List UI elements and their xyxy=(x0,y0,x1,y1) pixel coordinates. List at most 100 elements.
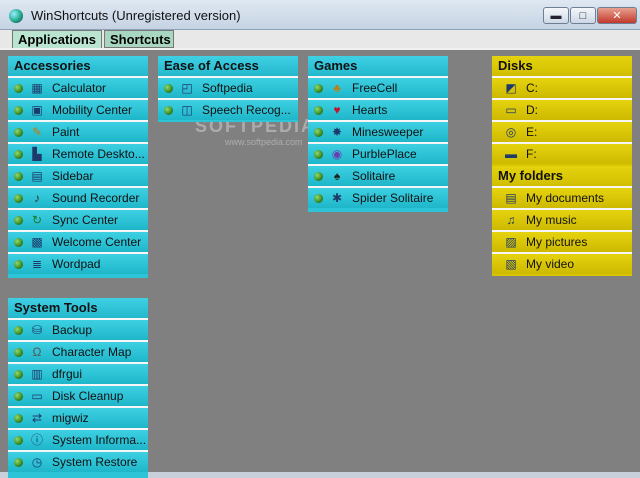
list-item[interactable]: ♠ Solitaire xyxy=(308,164,448,186)
status-dot-icon xyxy=(314,128,323,137)
status-dot-icon xyxy=(14,326,23,335)
list-item[interactable]: ♪ Sound Recorder xyxy=(8,186,148,208)
item-label: migwiz xyxy=(52,411,89,425)
list-item[interactable]: ⓘ System Informa... xyxy=(8,428,148,450)
list-item[interactable]: ▬ F: xyxy=(492,142,632,164)
panel-my-folders: My folders ▤ My documents ♫ My music ▨ My pic… xyxy=(492,166,632,276)
status-dot-icon xyxy=(14,260,23,269)
list-item[interactable]: ⛁ Backup xyxy=(8,318,148,340)
status-dot-icon xyxy=(314,194,323,203)
list-item[interactable]: ◉ PurblePlace xyxy=(308,142,448,164)
status-dot-icon xyxy=(14,414,23,423)
item-label: My documents xyxy=(526,191,605,205)
list-item[interactable]: ⇄ migwiz xyxy=(8,406,148,428)
softpedia-icon: ◰ xyxy=(181,81,193,95)
list-item[interactable]: ◷ System Restore xyxy=(8,450,148,472)
minesweeper-icon: ✸ xyxy=(331,125,343,139)
list-item[interactable]: ▙ Remote Deskto... xyxy=(8,142,148,164)
panel-title: Games xyxy=(308,56,448,76)
maximize-button[interactable]: □ xyxy=(570,7,596,24)
item-label: Hearts xyxy=(352,103,388,117)
status-dot-icon xyxy=(314,84,323,93)
item-label: E: xyxy=(526,125,538,139)
close-icon: ✕ xyxy=(612,10,622,22)
list-item[interactable]: ▥ dfrgui xyxy=(8,362,148,384)
minimize-button[interactable]: ▬ xyxy=(543,7,569,24)
list-item[interactable]: ♥ Hearts xyxy=(308,98,448,120)
item-label: System Restore xyxy=(52,455,138,469)
item-label: FreeCell xyxy=(352,81,398,95)
migration-wizard-icon: ⇄ xyxy=(31,411,43,425)
item-label: C: xyxy=(526,81,538,95)
panel-disks: Disks ◩ C: ▭ D: ◎ E: ▬ F: xyxy=(492,56,632,168)
list-item[interactable]: ▭ Disk Cleanup xyxy=(8,384,148,406)
sidebar-icon: ▤ xyxy=(31,169,43,183)
speech-recognition-icon: ◫ xyxy=(181,103,193,117)
list-item[interactable]: ♫ My music xyxy=(492,208,632,230)
list-item[interactable]: ✱ Spider Solitaire xyxy=(308,186,448,208)
title-bar: WinShortcuts (Unregistered version) ▬ □ … xyxy=(0,0,640,30)
item-label: Paint xyxy=(52,125,80,139)
status-dot-icon xyxy=(14,106,23,115)
item-label: System Informa... xyxy=(52,433,147,447)
minimize-icon: ▬ xyxy=(550,9,562,22)
pictures-folder-icon: ▨ xyxy=(505,235,517,249)
remote-desktop-icon: ▙ xyxy=(32,147,42,161)
list-item[interactable]: ≣ Wordpad xyxy=(8,252,148,274)
list-item[interactable]: ◰ Softpedia xyxy=(158,76,298,98)
documents-folder-icon: ▤ xyxy=(505,191,517,205)
panel-title: Accessories xyxy=(8,56,148,76)
solitaire-icon: ♠ xyxy=(333,169,341,183)
panel-games: Games ♣ FreeCell ♥ Hearts ✸ Minesweeper ◉ Purbl… xyxy=(308,56,448,212)
panel-accessories: Accessories ▦ Calculator ▣ Mobility Center ✎… xyxy=(8,56,148,278)
status-dot-icon xyxy=(314,150,323,159)
welcome-center-icon: ▩ xyxy=(31,235,43,249)
item-label: Sidebar xyxy=(52,169,94,183)
list-item[interactable]: Ω Character Map xyxy=(8,340,148,362)
list-item[interactable]: ▦ Calculator xyxy=(8,76,148,98)
microphone-icon: ♪ xyxy=(34,191,40,205)
system-restore-icon: ◷ xyxy=(31,455,43,469)
maximize-icon: □ xyxy=(579,9,587,22)
list-item[interactable]: ↻ Sync Center xyxy=(8,208,148,230)
list-item[interactable]: ▣ Mobility Center xyxy=(8,98,148,120)
list-item[interactable]: ♣ FreeCell xyxy=(308,76,448,98)
item-label: PurblePlace xyxy=(352,147,417,161)
item-label: Welcome Center xyxy=(52,235,142,249)
status-dot-icon xyxy=(164,84,173,93)
tab-bar: Applications Shortcuts xyxy=(0,30,640,48)
list-item[interactable]: ✎ Paint xyxy=(8,120,148,142)
list-item[interactable]: ▨ My pictures xyxy=(492,230,632,252)
tab-shortcuts[interactable]: Shortcuts xyxy=(104,30,174,48)
character-map-icon: Ω xyxy=(32,345,42,359)
list-item[interactable]: ▭ D: xyxy=(492,98,632,120)
item-label: Solitaire xyxy=(352,169,396,183)
mobility-center-icon: ▣ xyxy=(31,103,43,117)
status-dot-icon xyxy=(314,172,323,181)
item-label: dfrgui xyxy=(52,367,83,381)
list-item[interactable]: ◎ E: xyxy=(492,120,632,142)
item-label: Remote Deskto... xyxy=(52,147,145,161)
list-item[interactable]: ◫ Speech Recog... xyxy=(158,98,298,120)
close-button[interactable]: ✕ xyxy=(597,7,637,24)
status-dot-icon xyxy=(164,106,173,115)
list-item[interactable]: ▤ My documents xyxy=(492,186,632,208)
status-dot-icon xyxy=(14,436,23,445)
music-folder-icon: ♫ xyxy=(506,213,516,227)
list-item[interactable]: ✸ Minesweeper xyxy=(308,120,448,142)
list-item[interactable]: ◩ C: xyxy=(492,76,632,98)
wordpad-icon: ≣ xyxy=(31,257,43,271)
panel-title: Ease of Access xyxy=(158,56,298,76)
item-label: Speech Recog... xyxy=(202,103,291,117)
app-icon xyxy=(9,9,23,23)
list-item[interactable]: ▧ My video xyxy=(492,252,632,274)
defragmenter-icon: ▥ xyxy=(31,367,43,381)
item-label: Calculator xyxy=(52,81,107,95)
backup-icon: ⛁ xyxy=(31,323,43,337)
list-item[interactable]: ▩ Welcome Center xyxy=(8,230,148,252)
tab-applications[interactable]: Applications xyxy=(12,30,102,48)
list-item[interactable]: ▤ Sidebar xyxy=(8,164,148,186)
item-label: Minesweeper xyxy=(352,125,424,139)
status-dot-icon xyxy=(14,172,23,181)
item-label: Mobility Center xyxy=(52,103,133,117)
